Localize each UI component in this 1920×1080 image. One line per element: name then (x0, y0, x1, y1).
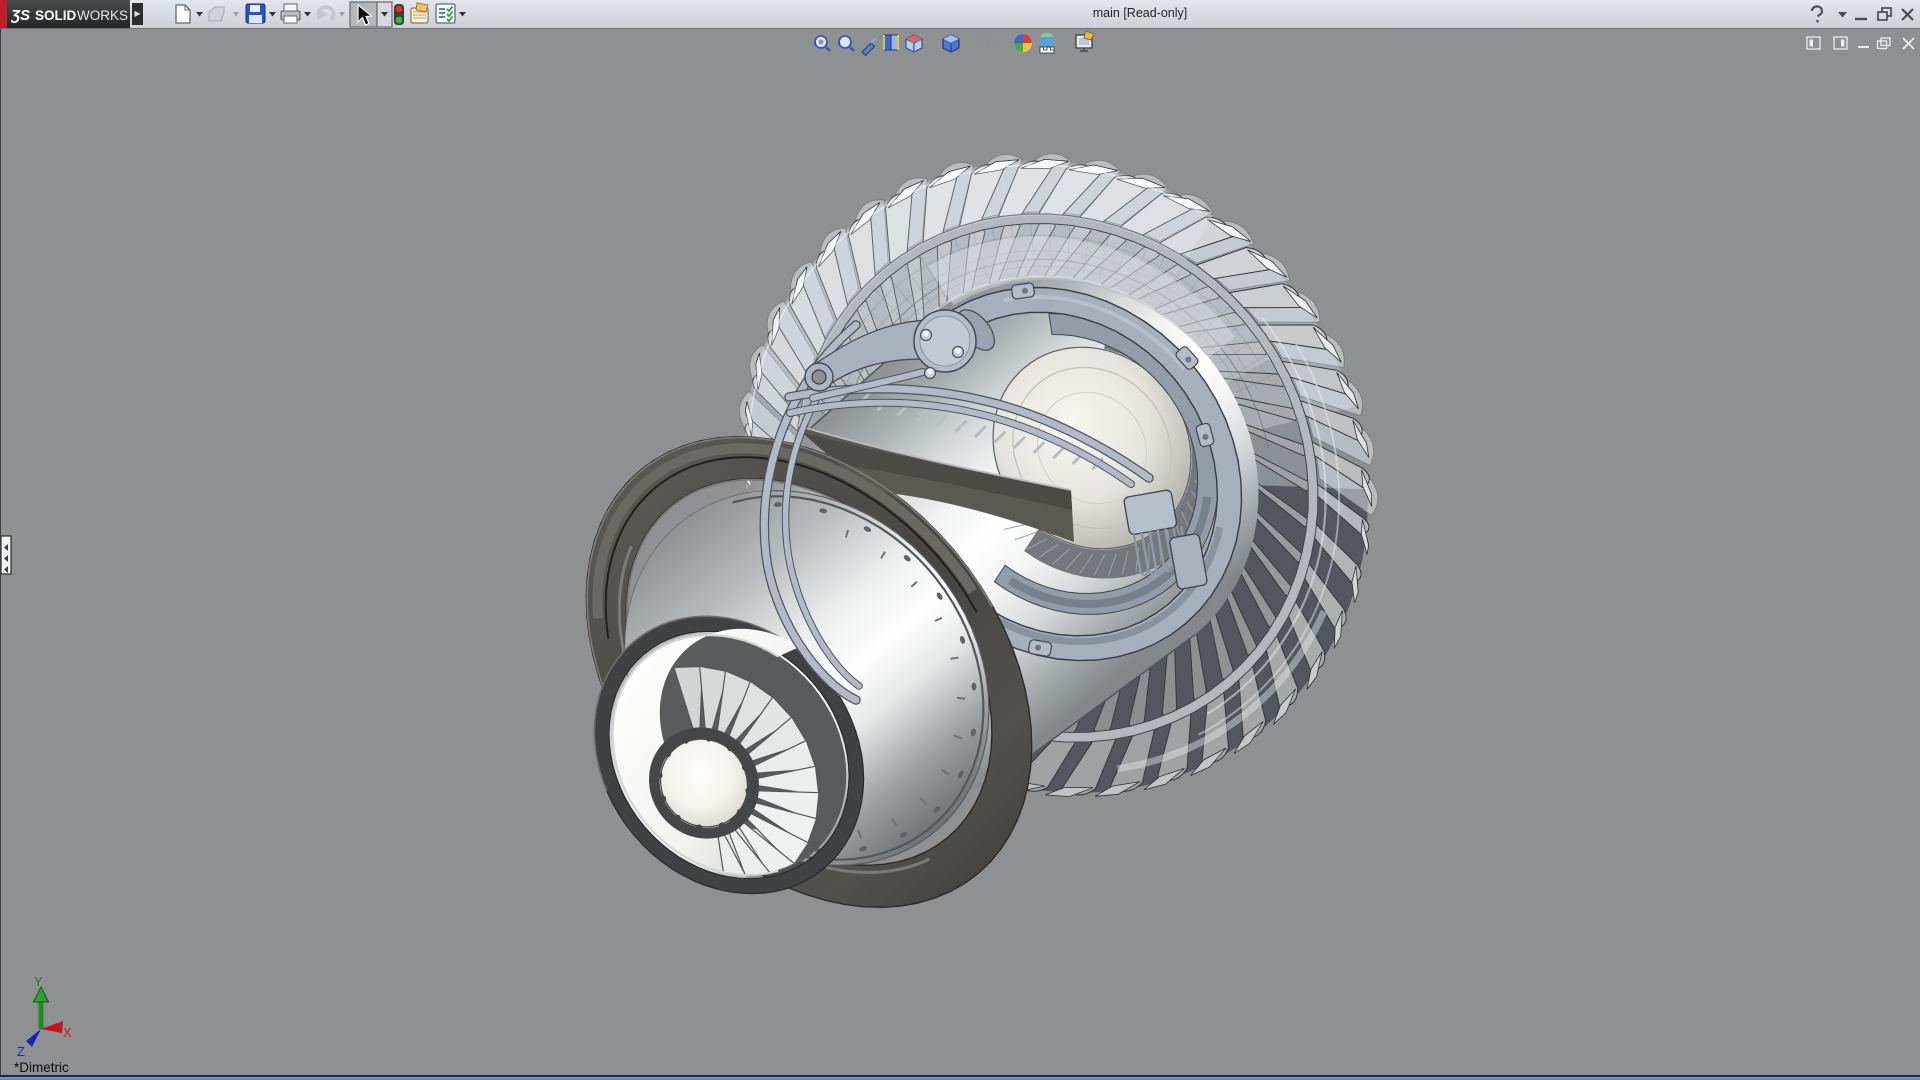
svg-text:X: X (63, 1025, 72, 1040)
svg-text:SOLID: SOLID (35, 8, 77, 23)
svg-text:WORKS: WORKS (77, 8, 128, 23)
svg-text:ƷS: ƷS (11, 7, 30, 24)
svg-text:Z: Z (17, 1044, 25, 1059)
svg-text:Y: Y (34, 974, 43, 989)
